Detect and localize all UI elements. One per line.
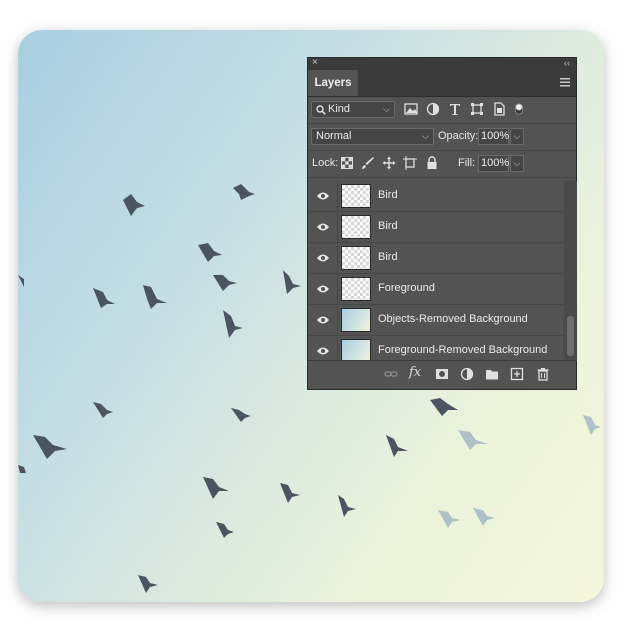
opacity-label: Opacity: [438, 130, 479, 142]
lock-row: Lock: Fill: 100% ⌵ [308, 151, 576, 178]
chevron-down-icon: ⌵ [422, 131, 429, 141]
adjustment-filter-icon[interactable] [426, 102, 440, 116]
chevron-down-icon: ⌵ [383, 104, 390, 114]
tab-layers[interactable]: Layers [308, 70, 358, 96]
panel-tab-row: Layers [308, 70, 576, 97]
blend-mode-value: Normal [316, 130, 352, 142]
type-filter-icon[interactable] [448, 102, 462, 116]
new-layer-icon[interactable] [510, 367, 524, 381]
layer-divider [337, 243, 338, 273]
eye-icon[interactable] [316, 190, 330, 202]
panel-menu-icon[interactable] [560, 78, 570, 87]
collapse-panel-icon[interactable]: ‹‹ [564, 57, 570, 69]
layer-row[interactable]: Bird [308, 243, 564, 274]
filter-kind-select[interactable]: Kind ⌵ [311, 101, 395, 118]
layer-divider [337, 305, 338, 335]
fx-icon[interactable]: fx [409, 365, 427, 380]
layer-name: Foreground [378, 282, 435, 294]
layer-row[interactable]: Bird [308, 212, 564, 243]
layer-name: Objects-Removed Background [378, 313, 528, 325]
lock-label: Lock: [312, 157, 339, 169]
lock-artboard-icon[interactable] [403, 156, 417, 170]
lock-transparent-pixels-icon[interactable] [341, 157, 353, 169]
layer-thumbnail [341, 308, 371, 332]
new-adjustment-icon[interactable] [460, 367, 474, 381]
layer-thumbnail [341, 184, 371, 208]
filter-row: Kind ⌵ [308, 97, 576, 124]
layer-row[interactable]: Objects-Removed Background [308, 305, 564, 336]
eye-icon[interactable] [316, 345, 330, 357]
filter-toggle-icon[interactable] [513, 102, 525, 116]
panel-footer: fx [308, 360, 576, 389]
layer-row[interactable]: Bird [308, 181, 564, 212]
scrollbar-thumb[interactable] [567, 316, 574, 356]
fill-dropdown-button[interactable]: ⌵ [510, 155, 524, 172]
eye-icon[interactable] [316, 283, 330, 295]
shape-filter-icon[interactable] [470, 102, 484, 116]
layer-name: Bird [378, 251, 398, 263]
layer-name: Foreground-Removed Background [378, 344, 548, 356]
close-panel-icon[interactable]: × [312, 57, 318, 69]
layer-thumbnail [341, 246, 371, 270]
layer-name: Bird [378, 220, 398, 232]
layer-divider [337, 274, 338, 304]
blend-mode-select[interactable]: Normal ⌵ [311, 128, 434, 145]
image-filter-icon[interactable] [404, 102, 418, 116]
filter-kind-value: Kind [328, 103, 351, 115]
eye-icon[interactable] [316, 314, 330, 326]
blend-row: Normal ⌵ Opacity: 100% ⌵ [308, 124, 576, 151]
search-icon [316, 105, 326, 115]
fill-input[interactable]: 100% [478, 155, 509, 172]
eye-icon[interactable] [316, 221, 330, 233]
layers-panel: × ‹‹ Layers Kind ⌵ Normal ⌵ Opacity: 100… [307, 57, 577, 390]
opacity-dropdown-button[interactable]: ⌵ [510, 128, 524, 145]
lock-all-icon[interactable] [425, 156, 439, 170]
layer-name: Bird [378, 189, 398, 201]
fill-label: Fill: [458, 157, 476, 169]
add-mask-icon[interactable] [435, 367, 449, 381]
lock-position-icon[interactable] [382, 156, 396, 170]
new-group-icon[interactable] [485, 367, 499, 381]
eye-icon[interactable] [316, 252, 330, 264]
lock-image-pixels-icon[interactable] [361, 156, 375, 170]
layer-divider [337, 212, 338, 242]
opacity-input[interactable]: 100% [478, 128, 509, 145]
layers-scrollbar[interactable] [564, 181, 577, 361]
layer-thumbnail [341, 215, 371, 239]
layer-divider [337, 181, 338, 211]
panel-title-bar: × ‹‹ [308, 57, 576, 70]
layer-row[interactable]: Foreground [308, 274, 564, 305]
link-layers-icon[interactable] [384, 367, 398, 381]
smart-object-filter-icon[interactable] [492, 102, 506, 116]
layers-list: Bird Bird Bird Foreground Objects-Remove… [308, 181, 564, 367]
delete-layer-icon[interactable] [536, 367, 550, 381]
layer-thumbnail [341, 277, 371, 301]
